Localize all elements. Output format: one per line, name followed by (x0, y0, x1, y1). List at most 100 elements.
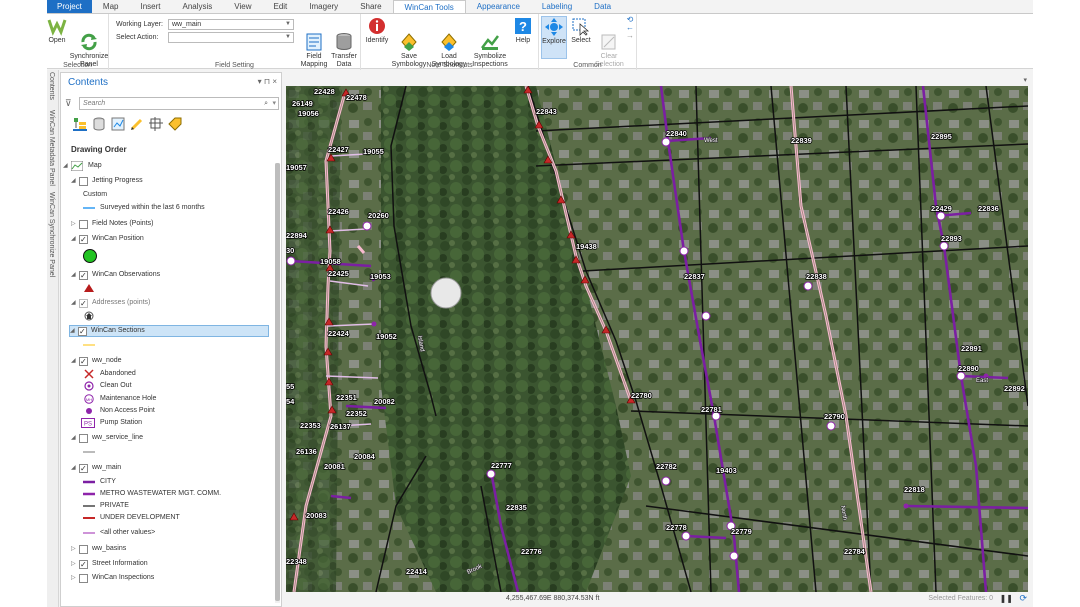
list-by-drawing-order-icon[interactable] (73, 117, 87, 131)
collapse-icon[interactable]: ◢ (71, 175, 79, 187)
tree-item-addresses[interactable]: ◢ Addresses (points) (71, 297, 150, 310)
tree-item-label: ww_main (92, 464, 122, 471)
collapse-icon[interactable]: ◢ (71, 233, 79, 245)
layer-checkbox[interactable] (79, 433, 88, 443)
close-icon[interactable]: × (272, 77, 277, 86)
search-options-icon[interactable]: ▾ (272, 98, 276, 109)
collapse-icon[interactable]: ◢ (71, 462, 79, 474)
tree-item-wincan-inspections[interactable]: ▷ WinCan Inspections (71, 572, 154, 584)
tab-project[interactable]: Project (47, 0, 92, 13)
node-label: 30 (286, 246, 294, 255)
working-layer-value: ww_main (172, 21, 202, 28)
working-layer-select[interactable]: ww_main ▼ (168, 19, 294, 30)
open-button[interactable]: Open (47, 16, 67, 45)
tab-data[interactable]: Data (583, 0, 622, 13)
layer-checkbox[interactable] (79, 234, 88, 246)
tab-insert[interactable]: Insert (129, 0, 171, 13)
ribbon: Open Synchronize Panel Selection Working… (47, 13, 1033, 70)
clear-selection-icon (599, 24, 619, 50)
scroll-thumb[interactable] (275, 163, 280, 601)
tab-share[interactable]: Share (349, 0, 392, 13)
tree-item-ww-node[interactable]: ◢ ww_node (71, 355, 122, 368)
tab-map[interactable]: Map (92, 0, 130, 13)
pause-drawing-icon[interactable]: ❚❚ (1000, 594, 1013, 603)
tree-item-field-notes[interactable]: ▷ Field Notes (Points) (71, 218, 153, 230)
identify-button[interactable]: Identify (363, 16, 391, 45)
node-label: 22781 (701, 405, 722, 414)
collapse-icon[interactable]: ◢ (63, 160, 71, 172)
layer-checkbox[interactable] (79, 298, 88, 310)
layer-checkbox[interactable] (79, 356, 88, 368)
tree-item-wincan-observations[interactable]: ◢ WinCan Observations (71, 269, 161, 282)
select-action-select[interactable]: ▼ (168, 32, 294, 43)
list-by-source-icon[interactable] (92, 117, 106, 131)
list-by-labeling-icon[interactable] (168, 117, 182, 131)
node-label: 22895 (931, 132, 952, 141)
tab-appearance[interactable]: Appearance (466, 0, 531, 13)
list-by-editing-icon[interactable] (130, 117, 144, 131)
map-options-icon[interactable]: ▾ (1023, 76, 1027, 84)
collapse-icon[interactable]: ◢ (71, 297, 79, 309)
map-canvas[interactable]: West East North Island Brook 22428224782… (286, 86, 1028, 592)
layer-checkbox[interactable] (79, 573, 88, 583)
collapse-icon[interactable]: ◢ (71, 432, 79, 444)
contents-scrollbar[interactable] (275, 163, 280, 603)
node-label: 22837 (684, 272, 705, 281)
dock-tab-metadata-panel[interactable]: WinCan Metadata Panel (48, 110, 55, 186)
pane-options-icon[interactable]: ▾ (258, 77, 262, 86)
layer-checkbox[interactable] (79, 270, 88, 282)
dock-tab-contents[interactable]: Contents (48, 72, 55, 100)
list-by-selection-icon[interactable] (111, 117, 125, 131)
tree-item-ww-basins[interactable]: ▷ ww_basins (71, 543, 126, 555)
layer-checkbox[interactable] (79, 559, 88, 571)
expand-icon[interactable]: ▷ (71, 218, 79, 230)
search-input[interactable]: Search ⌕ ▾ (79, 97, 279, 110)
tab-imagery[interactable]: Imagery (298, 0, 349, 13)
tab-analysis[interactable]: Analysis (171, 0, 223, 13)
identify-label: Identify (365, 37, 389, 44)
tree-item-ww-service-line[interactable]: ◢ ww_service_line (71, 432, 143, 444)
tree-item-label: Clean Out (100, 382, 132, 389)
layer-checkbox[interactable] (79, 463, 88, 475)
explore-button[interactable]: Explore (541, 16, 567, 59)
tab-wincan-tools[interactable]: WinCan Tools (392, 0, 466, 13)
node-label: 22352 (346, 409, 367, 418)
dock-strip: Contents WinCan Metadata Panel WinCan Sy… (47, 70, 59, 607)
map-view[interactable]: West East North Island Brook 22428 22478 2… (286, 86, 1028, 592)
tree-item-label: WinCan Observations (92, 271, 161, 278)
node-label: 22790 (824, 412, 845, 421)
layer-checkbox[interactable] (79, 544, 88, 554)
svg-text:MH: MH (86, 397, 92, 402)
pin-icon[interactable]: ⊓ (264, 77, 270, 86)
expand-icon[interactable]: ▷ (71, 543, 79, 555)
main-class-private: PRIVATE (83, 500, 129, 512)
layer-checkbox[interactable] (79, 176, 88, 186)
collapse-icon[interactable]: ◢ (71, 355, 79, 367)
layer-checkbox[interactable] (79, 219, 88, 229)
tree-item-street-information[interactable]: ▷ Street Information (71, 558, 148, 571)
list-by-snapping-icon[interactable] (149, 117, 163, 131)
search-icon[interactable]: ⌕ (264, 98, 268, 109)
symbolize-inspections-icon (480, 24, 500, 50)
select-button[interactable]: Select (569, 16, 593, 45)
tree-item-wincan-position[interactable]: ◢ WinCan Position (71, 233, 144, 246)
help-button[interactable]: ? Help (511, 16, 535, 45)
filter-icon[interactable]: ⊽ (65, 98, 72, 109)
dock-tab-synchronize-panel[interactable]: WinCan Synchronize Panel (48, 192, 55, 277)
collapse-icon[interactable]: ◢ (70, 325, 78, 337)
tree-item-jetting-progress[interactable]: ◢ Jetting Progress (71, 175, 143, 187)
tab-edit[interactable]: Edit (262, 0, 298, 13)
node-label: 19403 (716, 466, 737, 475)
tree-item-ww-main[interactable]: ◢ ww_main (71, 462, 122, 475)
refresh-icon[interactable]: ⟳ (1019, 593, 1027, 604)
expand-icon[interactable]: ▷ (71, 558, 79, 570)
tree-item-wincan-sections[interactable]: ◢ WinCan Sections (69, 325, 269, 338)
tab-view[interactable]: View (223, 0, 262, 13)
next-extent-icon[interactable]: → (625, 32, 635, 40)
expand-icon[interactable]: ▷ (71, 572, 79, 584)
layer-checkbox[interactable] (78, 326, 87, 338)
collapse-icon[interactable]: ◢ (71, 269, 79, 281)
tree-item-map[interactable]: ◢ Map (63, 160, 102, 172)
maintenance-hole-icon: MH (83, 394, 95, 404)
tab-labeling[interactable]: Labeling (531, 0, 583, 13)
